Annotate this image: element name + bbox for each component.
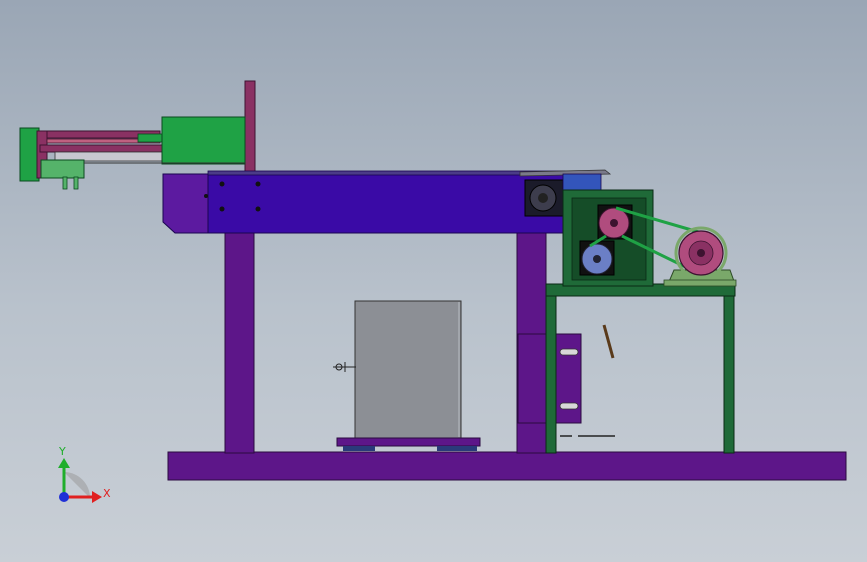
x-arrow-icon [92, 491, 102, 503]
cylinder-end-block [19, 127, 40, 182]
cabinet-base [336, 437, 481, 447]
caster-right [437, 446, 477, 451]
machine-drawing: Y X [19, 80, 847, 503]
motor-foot [663, 279, 737, 287]
door-hinge-top [559, 348, 579, 356]
axis-x-label: X [103, 487, 111, 500]
caster-left [343, 446, 375, 451]
vertical-post [244, 80, 256, 176]
cabinet-handle-icon [333, 362, 356, 372]
control-cabinet [354, 300, 462, 439]
axis-triad: Y X [58, 445, 111, 503]
feed-bracket [562, 173, 602, 191]
door-hinge-bottom [559, 402, 579, 410]
axis-y-label: Y [58, 445, 66, 458]
cylinder-lower-rail [39, 144, 163, 153]
gripper-finger-left [62, 176, 68, 190]
gripper-finger-right [73, 176, 79, 190]
cylinder-fitting [137, 133, 163, 143]
green-actuator-box [161, 116, 246, 165]
frame-leg-left [224, 232, 255, 454]
side-table-leg-left [545, 295, 557, 454]
side-table-leg-right [723, 295, 735, 454]
base-rail [167, 451, 847, 481]
beam-top-rail [207, 170, 566, 176]
lever-arm [602, 324, 615, 359]
y-arrow-icon [58, 458, 70, 468]
z-axis-dot [59, 492, 69, 502]
main-beam [207, 173, 566, 234]
beam-end-cap [162, 173, 209, 234]
gripper-body [40, 159, 85, 179]
cad-viewport[interactable]: Y X [0, 0, 867, 562]
